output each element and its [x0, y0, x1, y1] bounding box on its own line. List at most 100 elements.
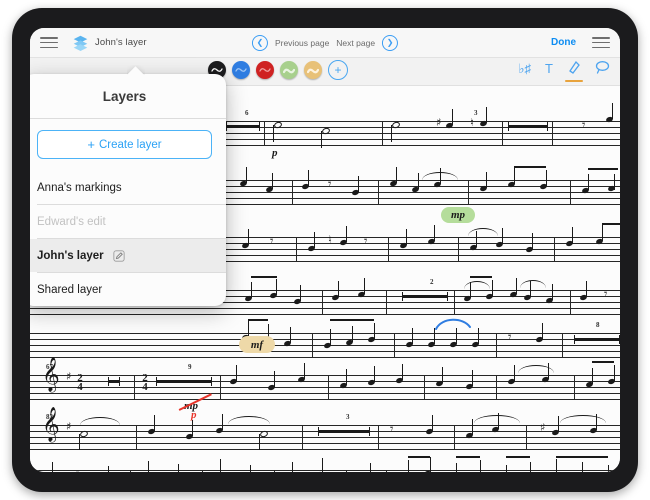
- layer-item-edward[interactable]: Edward's edit: [30, 205, 226, 238]
- measure-number: 9: [188, 363, 192, 371]
- blue-slur-annotation[interactable]: [433, 316, 475, 332]
- slur: [464, 281, 490, 289]
- barline: [302, 425, 304, 450]
- popover-arrow: [127, 65, 145, 75]
- beam: [602, 223, 620, 226]
- measure-number: 3: [346, 413, 350, 421]
- beam: [251, 276, 277, 279]
- pen-blue[interactable]: [232, 61, 250, 79]
- slur: [228, 416, 270, 424]
- slur: [520, 280, 546, 288]
- pen-red[interactable]: [256, 61, 274, 79]
- beam: [588, 168, 618, 171]
- done-button[interactable]: Done: [551, 37, 576, 48]
- quarter-rest: 𝄾: [328, 177, 332, 192]
- measure-number: 3: [474, 109, 478, 117]
- overflow-menu-icon[interactable]: [592, 37, 610, 48]
- layer-label: Anna's markings: [37, 181, 122, 194]
- barline: [264, 121, 266, 146]
- top-navigation-bar[interactable]: John's layer ❮ Previous page Next page ❯…: [30, 28, 620, 58]
- pencil-edit-icon[interactable]: [113, 249, 125, 262]
- measure-number: 6: [245, 109, 249, 117]
- tablet-device-frame: 6 p ♯ ♮ 3 𝄾 𝄾 mp 𝄾 ♮ 𝄾 2 𝄾 𝄾 8 mf 67 𝄞 ♯…: [12, 8, 638, 492]
- barline: [502, 121, 504, 146]
- eraser-tool[interactable]: [565, 60, 583, 82]
- quarter-rest: 𝄾: [582, 118, 586, 133]
- barline: [386, 290, 388, 315]
- beam: [408, 456, 430, 459]
- barline: [574, 375, 576, 400]
- barline: [378, 425, 380, 450]
- text-tool[interactable]: T: [545, 60, 553, 78]
- eraser-icon: [569, 60, 580, 74]
- dynamic-marking: p: [272, 147, 278, 159]
- slur: [474, 415, 520, 423]
- beam: [506, 456, 530, 459]
- slur: [468, 228, 498, 236]
- layer-label: Shared layer: [37, 283, 103, 296]
- quarter-rest: 𝄾: [390, 422, 394, 437]
- beam: [556, 456, 608, 459]
- chevron-right-icon[interactable]: ❯: [382, 34, 399, 51]
- beam: [330, 319, 374, 322]
- barline: [328, 375, 330, 400]
- beam: [456, 456, 480, 459]
- barline: [454, 425, 456, 450]
- highlighter-orange[interactable]: [304, 61, 322, 79]
- ink-squiggle-icon: [211, 68, 223, 72]
- beam: [514, 166, 546, 169]
- add-tool-button[interactable]: +: [328, 60, 348, 80]
- create-layer-wrapper: + Create layer: [30, 119, 226, 171]
- create-layer-button[interactable]: + Create layer: [37, 130, 212, 159]
- pen-palette[interactable]: +: [208, 60, 348, 80]
- accidentals-tool[interactable]: ♭♯: [518, 60, 531, 78]
- multi-measure-rest: [156, 377, 212, 386]
- multi-measure-rest: [402, 292, 448, 301]
- barline: [322, 290, 324, 315]
- barline: [130, 470, 132, 472]
- text-t-icon: T: [545, 61, 553, 76]
- hamburger-menu-icon[interactable]: [40, 37, 58, 48]
- barline: [296, 237, 298, 262]
- barline: [468, 180, 470, 205]
- natural-accidental: ♮: [470, 116, 474, 129]
- previous-page-button[interactable]: Previous page: [275, 38, 329, 48]
- active-tool-indicator: [565, 80, 583, 82]
- ink-squiggle-icon: [259, 68, 271, 72]
- page-navigation[interactable]: ❮ Previous page Next page ❯: [251, 34, 399, 51]
- highlighter-stroke-icon: [307, 68, 319, 73]
- quarter-rest: 𝄾: [364, 234, 368, 249]
- barline: [496, 375, 498, 400]
- barline: [136, 425, 138, 450]
- next-page-button[interactable]: Next page: [336, 38, 375, 48]
- treble-clef: 𝄞: [42, 357, 60, 392]
- beam: [592, 361, 614, 364]
- key-signature-sharp: ♯: [66, 420, 72, 433]
- barline: [134, 375, 136, 400]
- barline: [496, 333, 498, 358]
- layers-stack-icon[interactable]: [72, 34, 89, 51]
- chevron-left-icon[interactable]: ❮: [251, 34, 268, 51]
- treble-clef: 𝄞: [42, 407, 60, 442]
- lasso-tool[interactable]: [595, 60, 610, 79]
- barline: [526, 425, 528, 450]
- layer-item-john[interactable]: John's layer: [30, 239, 226, 272]
- highlight-green-mp[interactable]: mp: [441, 207, 475, 223]
- layer-item-anna[interactable]: Anna's markings: [30, 171, 226, 204]
- slur: [560, 415, 606, 423]
- layer-label: Edward's edit: [37, 215, 106, 228]
- layer-item-shared[interactable]: Shared layer: [30, 273, 226, 306]
- layers-popover[interactable]: Layers + Create layer Anna's markings Edw…: [30, 74, 226, 306]
- quarter-rest: 𝄾: [508, 330, 512, 345]
- quarter-rest: 𝄾: [76, 468, 79, 472]
- barline: [562, 333, 564, 358]
- current-layer-label[interactable]: John's layer: [95, 37, 147, 48]
- plus-icon: +: [87, 137, 95, 152]
- highlighter-green[interactable]: [280, 61, 298, 79]
- barline: [552, 121, 554, 146]
- barline: [346, 470, 348, 472]
- time-signature: 24: [142, 372, 148, 393]
- right-tool-group[interactable]: ♭♯ T: [518, 60, 610, 82]
- sharp-accidental: ♯: [540, 421, 546, 434]
- highlight-orange-mf[interactable]: mf: [239, 336, 275, 353]
